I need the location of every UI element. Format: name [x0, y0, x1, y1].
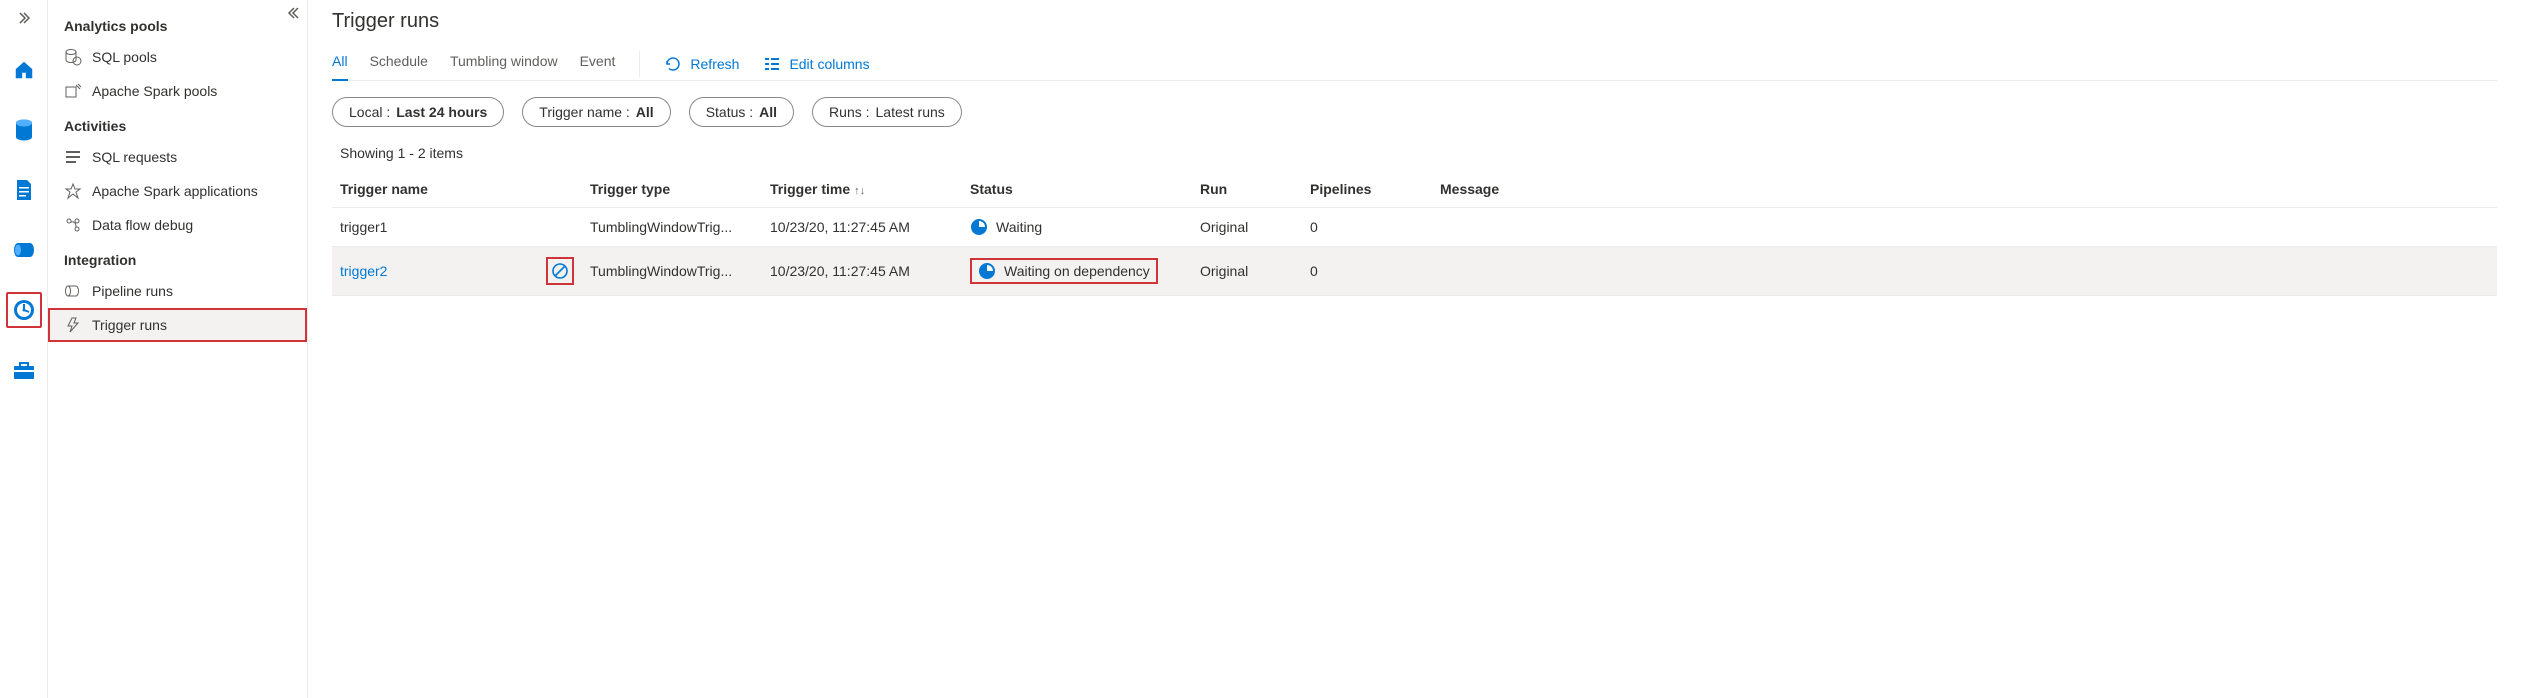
- expand-rail-button[interactable]: [14, 8, 34, 28]
- col-trigger-time[interactable]: Trigger time↑↓: [762, 171, 962, 208]
- waiting-icon: [970, 218, 988, 236]
- tab-event[interactable]: Event: [580, 47, 616, 80]
- filter-value: All: [759, 104, 777, 120]
- sidebar-item-label: Apache Spark applications: [92, 183, 258, 199]
- col-run[interactable]: Run: [1192, 171, 1302, 208]
- trigger-name-text: trigger1: [340, 219, 387, 235]
- cell-pipelines: 0: [1302, 247, 1432, 296]
- sql-requests-icon: [64, 148, 82, 166]
- cell-trigger-time: 10/23/20, 11:27:45 AM: [762, 208, 962, 247]
- edit-columns-icon: [763, 55, 781, 73]
- cell-run: Original: [1192, 247, 1302, 296]
- sidebar-item-sql-pools[interactable]: SQL pools: [48, 40, 307, 74]
- col-trigger-name[interactable]: Trigger name: [332, 171, 582, 208]
- results-table: Trigger name Trigger type Trigger time↑↓…: [332, 171, 2497, 296]
- cell-trigger-type: TumblingWindowTrig...: [582, 208, 762, 247]
- cell-status: Waiting: [962, 208, 1192, 247]
- home-icon[interactable]: [6, 52, 42, 88]
- filter-value: Last 24 hours: [396, 104, 487, 120]
- cell-message: [1432, 247, 2497, 296]
- trigger-name-link[interactable]: trigger2: [340, 263, 387, 279]
- sort-icon: ↑↓: [854, 185, 865, 197]
- edit-columns-button[interactable]: Edit columns: [763, 55, 869, 73]
- filter-prefix: Local :: [349, 104, 390, 120]
- stop-icon[interactable]: [546, 257, 574, 285]
- items-count: Showing 1 - 2 items: [340, 145, 2497, 161]
- pipeline-runs-icon: [64, 282, 82, 300]
- sidebar-item-spark-pools[interactable]: Apache Spark pools: [48, 74, 307, 108]
- sql-pools-icon: [64, 48, 82, 66]
- sidebar-item-label: Data flow debug: [92, 217, 193, 233]
- col-pipelines[interactable]: Pipelines: [1302, 171, 1432, 208]
- spark-pools-icon: [64, 82, 82, 100]
- monitor-icon[interactable]: [6, 292, 42, 328]
- spark-apps-icon: [64, 182, 82, 200]
- cell-message: [1432, 208, 2497, 247]
- col-status[interactable]: Status: [962, 171, 1192, 208]
- filter-runs[interactable]: Runs : Latest runs: [812, 97, 962, 127]
- toolbox-icon[interactable]: [6, 352, 42, 388]
- sidebar-item-trigger-runs[interactable]: Trigger runs: [48, 308, 307, 342]
- waiting-icon: [978, 262, 996, 280]
- filter-value: All: [636, 104, 654, 120]
- database-icon[interactable]: [6, 112, 42, 148]
- sidebar-item-label: SQL requests: [92, 149, 177, 165]
- col-message[interactable]: Message: [1432, 171, 2497, 208]
- status-text: Waiting: [996, 219, 1042, 235]
- filters-row: Local : Last 24 hours Trigger name : All…: [332, 97, 2497, 127]
- icon-rail: [0, 0, 48, 698]
- sidebar-item-label: Apache Spark pools: [92, 83, 217, 99]
- sidebar-item-spark-apps[interactable]: Apache Spark applications: [48, 174, 307, 208]
- refresh-label: Refresh: [690, 56, 739, 72]
- refresh-button[interactable]: Refresh: [664, 55, 739, 73]
- main-content: Trigger runs All Schedule Tumbling windo…: [308, 0, 2521, 698]
- cell-trigger-time: 10/23/20, 11:27:45 AM: [762, 247, 962, 296]
- tabs-row: All Schedule Tumbling window Event Refre…: [332, 47, 2497, 81]
- sidebar-group-activities: Activities: [48, 108, 307, 140]
- document-icon[interactable]: [6, 172, 42, 208]
- col-trigger-type[interactable]: Trigger type: [582, 171, 762, 208]
- dataflow-debug-icon: [64, 216, 82, 234]
- filter-trigger-name[interactable]: Trigger name : All: [522, 97, 670, 127]
- filter-prefix: Runs :: [829, 104, 869, 120]
- refresh-icon: [664, 55, 682, 73]
- table-row[interactable]: trigger1 TumblingWindowTrig...10/23/20, 1…: [332, 208, 2497, 247]
- tab-all[interactable]: All: [332, 47, 348, 81]
- filter-time-range[interactable]: Local : Last 24 hours: [332, 97, 504, 127]
- filter-prefix: Status :: [706, 104, 753, 120]
- tab-schedule[interactable]: Schedule: [370, 47, 428, 80]
- cell-trigger-type: TumblingWindowTrig...: [582, 247, 762, 296]
- status-text: Waiting on dependency: [1004, 263, 1150, 279]
- trigger-runs-icon: [64, 316, 82, 334]
- sidebar-item-label: Pipeline runs: [92, 283, 173, 299]
- sidebar-item-sql-requests[interactable]: SQL requests: [48, 140, 307, 174]
- table-row[interactable]: trigger2 TumblingWindowTrig...10/23/20, 1…: [332, 247, 2497, 296]
- collapse-sidebar-button[interactable]: [287, 6, 301, 20]
- tabs: All Schedule Tumbling window Event: [332, 47, 615, 80]
- sidebar-item-label: SQL pools: [92, 49, 157, 65]
- sidebar-item-label: Trigger runs: [92, 317, 167, 333]
- sidebar-item-dataflow-debug[interactable]: Data flow debug: [48, 208, 307, 242]
- sidebar-group-integration: Integration: [48, 242, 307, 274]
- tab-tumbling-window[interactable]: Tumbling window: [450, 47, 558, 80]
- sidebar-group-analytics: Analytics pools: [48, 8, 307, 40]
- filter-status[interactable]: Status : All: [689, 97, 794, 127]
- sidebar-item-pipeline-runs[interactable]: Pipeline runs: [48, 274, 307, 308]
- pipeline-icon[interactable]: [6, 232, 42, 268]
- divider: [639, 51, 640, 77]
- cell-status: Waiting on dependency: [962, 247, 1192, 296]
- filter-prefix: Trigger name :: [539, 104, 630, 120]
- edit-columns-label: Edit columns: [789, 56, 869, 72]
- sidebar: Analytics pools SQL pools Apache Spark p…: [48, 0, 308, 698]
- cell-pipelines: 0: [1302, 208, 1432, 247]
- page-title: Trigger runs: [332, 10, 2497, 33]
- filter-value: Latest runs: [876, 104, 945, 120]
- cell-run: Original: [1192, 208, 1302, 247]
